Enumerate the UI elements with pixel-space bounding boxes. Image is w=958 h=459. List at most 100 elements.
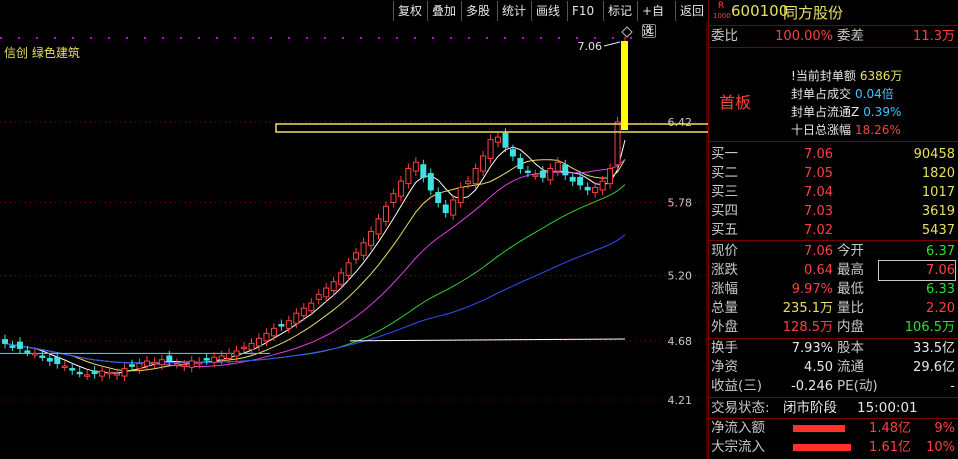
candle-up bbox=[233, 350, 240, 357]
last-close-label: 7.06 bbox=[578, 40, 603, 53]
toolbar-multi-stock-button[interactable]: 多股 bbox=[461, 1, 497, 21]
candle-down bbox=[562, 164, 569, 176]
quote-panel: R 1000 600100 同方股份 委比 100.00% 委差 11.3万 首… bbox=[708, 0, 958, 459]
price-tick-label: 5.20 bbox=[668, 269, 693, 282]
bid-row: 买二 7.05 1820 bbox=[709, 164, 958, 183]
stock-code: 600100 bbox=[731, 2, 789, 20]
bid-price: 7.05 bbox=[804, 166, 833, 181]
bid-row: 买一 7.06 90458 bbox=[709, 145, 958, 164]
candle-down bbox=[442, 204, 449, 214]
candle-down bbox=[517, 157, 524, 170]
candle-up bbox=[412, 161, 419, 172]
weibi-value: 100.00% bbox=[775, 29, 833, 44]
stock-badge: R 1000 bbox=[713, 2, 731, 22]
candle-up bbox=[31, 352, 38, 356]
candle-up bbox=[495, 136, 502, 143]
bid-level-label: 买五 bbox=[711, 222, 738, 238]
bid-level-label: 买一 bbox=[711, 146, 738, 162]
trade-status-label: 交易状态: bbox=[711, 400, 770, 416]
price-tick-label: 4.21 bbox=[668, 394, 693, 407]
chart-toolbar: 复权 叠加 多股 统计 画线 F10 标记 +自选 返回 bbox=[0, 0, 708, 38]
candle-up bbox=[397, 180, 404, 197]
fund-label: 股本 bbox=[837, 340, 864, 356]
toolbar-draw-button[interactable]: 画线 bbox=[531, 1, 567, 21]
quote-label: 总量 bbox=[711, 300, 738, 316]
weibi-row: 委比 100.00% 委差 11.3万 bbox=[709, 27, 958, 46]
candle-up bbox=[457, 186, 464, 204]
candle-up bbox=[84, 374, 91, 377]
fund-value: 33.5亿 bbox=[913, 341, 955, 356]
quote-label: 外盘 bbox=[711, 319, 738, 335]
candle-down bbox=[91, 370, 98, 375]
candle-down bbox=[203, 357, 210, 361]
seal-value: 18.26% bbox=[855, 123, 901, 137]
flow-pct: 9% bbox=[934, 421, 955, 436]
weicha-label: 委差 bbox=[837, 28, 864, 44]
seal-info: !当前封单额 6386万 封单占成交 0.04倍 封单占流通Z 0.39% 十日总涨幅 18.… bbox=[791, 67, 958, 139]
candle-up bbox=[599, 180, 606, 191]
price-tick-label: 6.42 bbox=[668, 116, 693, 129]
quote-value: 6.33 bbox=[926, 282, 955, 297]
ma40-line bbox=[4, 184, 626, 364]
quote-label: 内盘 bbox=[837, 319, 864, 335]
candle-down bbox=[509, 149, 516, 157]
ma20-line bbox=[4, 159, 626, 367]
candle-down bbox=[569, 176, 576, 182]
toolbar-overlay-button[interactable]: 叠加 bbox=[427, 1, 461, 21]
candle-up bbox=[353, 252, 360, 260]
quote-label: 量比 bbox=[837, 300, 864, 316]
candle-down bbox=[584, 186, 591, 191]
candle-up bbox=[308, 302, 315, 312]
bid-price: 7.04 bbox=[804, 185, 833, 200]
quote-row: 外盘 128.5万 内盘 106.5万 bbox=[709, 318, 958, 337]
quote-label: 最高 bbox=[837, 262, 864, 278]
candle-up bbox=[181, 364, 188, 367]
toolbar-stats-button[interactable]: 统计 bbox=[497, 1, 531, 21]
seal-line-0: !当前封单额 6386万 bbox=[791, 67, 958, 85]
collapse-diamond-icon[interactable] bbox=[621, 26, 633, 38]
white-ref-line bbox=[349, 338, 626, 342]
bid-price: 7.06 bbox=[804, 147, 833, 162]
fund-label: 流通 bbox=[837, 359, 864, 375]
candle-up bbox=[173, 363, 180, 366]
candle-down bbox=[166, 355, 173, 362]
quote-value: 2.20 bbox=[926, 301, 955, 316]
candle-down bbox=[539, 170, 546, 178]
toolbar-add-watchlist-button[interactable]: +自选 bbox=[637, 1, 675, 38]
candle-up bbox=[465, 180, 472, 185]
candle-up bbox=[300, 307, 307, 317]
candle-up bbox=[121, 368, 128, 377]
bid-volume: 3619 bbox=[921, 204, 955, 219]
trade-status-value: 闭市阶段 bbox=[783, 400, 837, 416]
candle-up bbox=[255, 337, 262, 347]
candle-down bbox=[2, 339, 8, 344]
toolbar-back-button[interactable]: 返回 bbox=[675, 1, 708, 21]
seal-label: 封单占流通Z bbox=[791, 105, 860, 119]
candle-up bbox=[480, 155, 487, 172]
candle-down bbox=[76, 371, 83, 375]
candle-down bbox=[502, 132, 509, 148]
candle-down bbox=[577, 176, 584, 186]
candle-up bbox=[114, 373, 121, 376]
concept-tags: 信创 绿色建筑 bbox=[4, 46, 80, 60]
toolbar-mark-button[interactable]: 标记 bbox=[603, 1, 637, 21]
candle-up bbox=[143, 360, 150, 367]
bid-level-label: 买四 bbox=[711, 203, 738, 219]
candle-up bbox=[592, 186, 599, 193]
price-tick-label: 4.68 bbox=[668, 335, 693, 348]
toolbar-restore-rights-button[interactable]: 复权 bbox=[393, 1, 427, 21]
stock-name: 同方股份 bbox=[783, 4, 844, 22]
bid-volume: 1820 bbox=[921, 166, 955, 181]
fund-value: - bbox=[950, 379, 955, 394]
toolbar-f10-button[interactable]: F10 bbox=[567, 1, 603, 21]
candle-up bbox=[196, 361, 203, 365]
seal-line-3: 十日总涨幅 18.26% bbox=[791, 121, 958, 139]
candle-up bbox=[270, 327, 277, 337]
bid-row: 买三 7.04 1017 bbox=[709, 183, 958, 202]
bid-level-label: 买三 bbox=[711, 184, 738, 200]
candle-down bbox=[278, 324, 285, 327]
panel-toggle-icon[interactable] bbox=[642, 24, 656, 38]
kline-chart[interactable]: 6.42 5.78 5.20 4.68 4.21 7.06 bbox=[0, 22, 708, 459]
flow-bar bbox=[793, 444, 851, 451]
bid-volume: 90458 bbox=[913, 147, 955, 162]
